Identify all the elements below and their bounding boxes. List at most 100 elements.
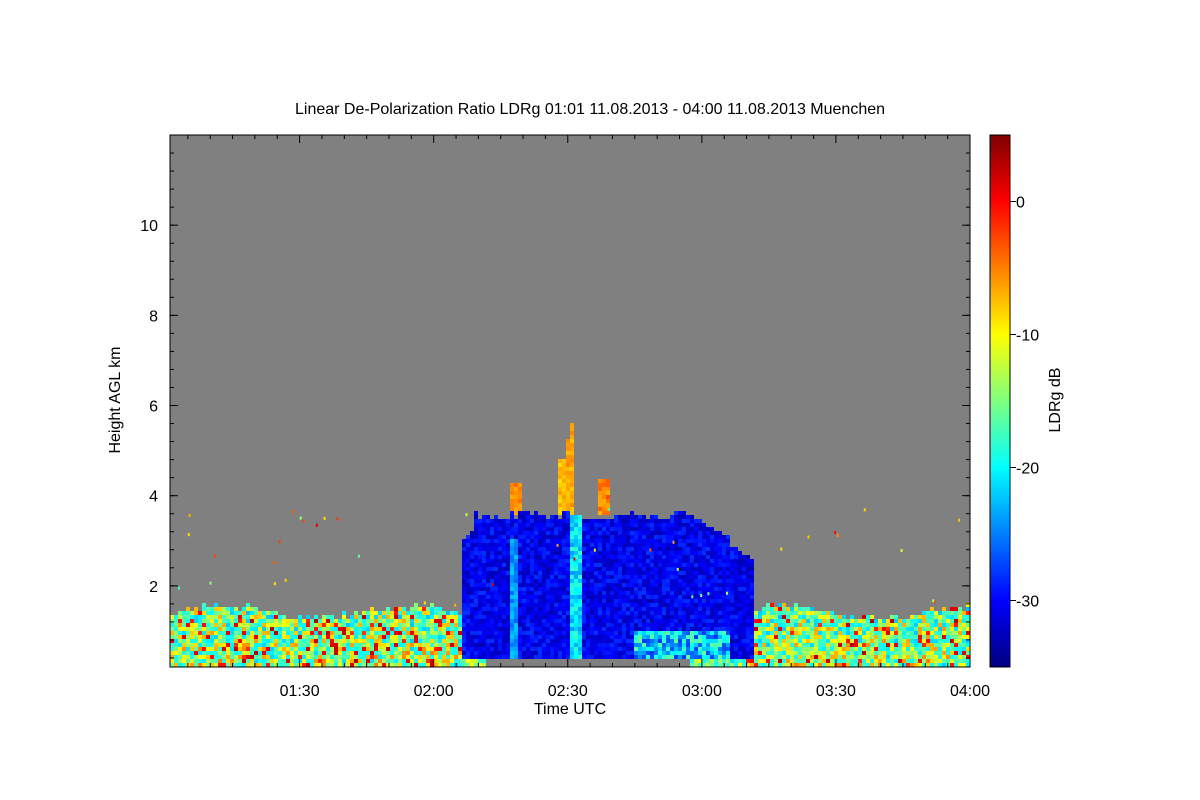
heat-cell (618, 559, 622, 563)
heat-cell (658, 643, 662, 647)
heat-cell (242, 615, 246, 619)
heat-cell (498, 655, 502, 659)
heat-cell (626, 587, 630, 591)
heat-cell (602, 547, 606, 551)
heat-cell (354, 647, 358, 651)
heat-cell (582, 651, 586, 655)
heat-cell (562, 459, 566, 463)
heat-cell (938, 647, 942, 651)
heat-cell (658, 567, 662, 571)
heat-cell (534, 611, 538, 615)
heat-cell (734, 607, 738, 611)
heat-cell (298, 623, 302, 627)
heat-cell (774, 619, 778, 623)
heat-cell (202, 627, 206, 631)
heat-cell (894, 639, 898, 643)
heat-cell (366, 635, 370, 639)
heat-cell (594, 603, 598, 607)
heat-cell (530, 567, 534, 571)
heat-cell (566, 475, 570, 479)
heat-cell (470, 635, 474, 639)
heat-cell (186, 607, 190, 611)
heat-cell (606, 615, 610, 619)
heat-cell (834, 643, 838, 647)
heat-cell (698, 623, 702, 627)
heat-cell (618, 531, 622, 535)
heat-cell (450, 639, 454, 643)
heat-cell (538, 647, 542, 651)
heat-cell (542, 607, 546, 611)
heat-speckle (278, 540, 281, 544)
heat-cell (610, 587, 614, 591)
heat-cell (594, 575, 598, 579)
heat-cell (226, 627, 230, 631)
heat-cell (546, 643, 550, 647)
heat-cell (654, 591, 658, 595)
heat-cell (258, 611, 262, 615)
heat-cell (266, 643, 270, 647)
heat-cell (334, 651, 338, 655)
heat-cell (686, 623, 690, 627)
heat-cell (546, 647, 550, 651)
heat-cell (966, 627, 970, 631)
heat-cell (926, 643, 930, 647)
heat-cell (610, 639, 614, 643)
heat-cell (942, 627, 946, 631)
heat-cell (638, 523, 642, 527)
heat-cell (430, 611, 434, 615)
heat-cell (502, 523, 506, 527)
heat-cell (850, 615, 854, 619)
heat-cell (650, 599, 654, 603)
heat-cell (346, 619, 350, 623)
heat-cell (402, 615, 406, 619)
heat-speckle (178, 586, 181, 590)
heat-cell (614, 651, 618, 655)
heat-cell (866, 643, 870, 647)
heat-cell (434, 659, 438, 663)
heat-cell (494, 551, 498, 555)
heat-cell (850, 631, 854, 635)
heat-cell (622, 575, 626, 579)
heat-cell (702, 651, 706, 655)
heat-cell (790, 655, 794, 659)
heat-cell (610, 567, 614, 571)
heat-cell (866, 655, 870, 659)
heat-cell (626, 571, 630, 575)
heat-cell (602, 571, 606, 575)
heat-cell (626, 547, 630, 551)
heat-cell (590, 563, 594, 567)
heat-cell (246, 635, 250, 639)
heat-cell (246, 623, 250, 627)
heat-cell (634, 651, 638, 655)
heat-cell (694, 623, 698, 627)
heat-cell (310, 647, 314, 651)
heat-cell (650, 515, 654, 519)
heat-cell (442, 655, 446, 659)
heat-cell (262, 659, 266, 663)
heat-cell (606, 531, 610, 535)
heat-cell (186, 655, 190, 659)
heat-cell (730, 587, 734, 591)
heat-cell (886, 627, 890, 631)
heat-cell (614, 627, 618, 631)
heat-cell (362, 627, 366, 631)
heat-cell (666, 539, 670, 543)
heat-cell (686, 575, 690, 579)
heat-cell (950, 647, 954, 651)
heat-cell (574, 639, 578, 643)
heat-cell (666, 595, 670, 599)
heat-speckle (725, 591, 728, 595)
heat-cell (494, 595, 498, 599)
heat-cell (198, 635, 202, 639)
heat-cell (426, 639, 430, 643)
heat-cell (742, 567, 746, 571)
heat-cell (930, 623, 934, 627)
heat-cell (594, 607, 598, 611)
heat-cell (518, 591, 522, 595)
heat-cell (562, 647, 566, 651)
heat-cell (666, 555, 670, 559)
heat-cell (830, 651, 834, 655)
heat-cell (482, 611, 486, 615)
heat-cell (790, 631, 794, 635)
heat-cell (462, 555, 466, 559)
